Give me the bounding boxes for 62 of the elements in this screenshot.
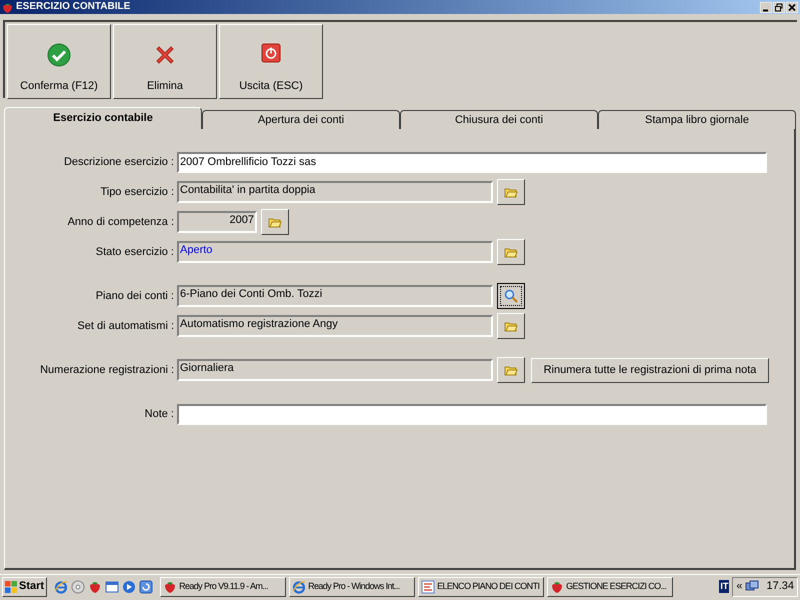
minimize-button[interactable]: [760, 2, 772, 12]
start-button[interactable]: Start: [2, 576, 48, 596]
text-field[interactable]: [177, 404, 767, 424]
windows-logo-icon: [5, 580, 17, 592]
field-label: Numerazione registrazioni :: [39, 362, 175, 378]
strawberry-icon[interactable]: [88, 580, 102, 594]
lookup-field[interactable]: Giornaliera: [177, 359, 493, 381]
lookup-field[interactable]: 6-Piano dei Conti Omb. Tozzi: [177, 285, 493, 307]
list-icon: [421, 580, 436, 594]
window-icon[interactable]: [105, 580, 120, 594]
tab[interactable]: Chiusura dei conti: [400, 110, 598, 129]
lookup-field[interactable]: Aperto: [177, 241, 493, 263]
expand-tray-button[interactable]: «: [736, 578, 742, 595]
network-icon[interactable]: [745, 580, 760, 594]
taskbar-button[interactable]: Ready Pro V9.11.9 - Am...: [160, 576, 286, 596]
toolbar-button[interactable]: Elimina: [113, 24, 217, 99]
clock: 17.34: [766, 579, 794, 594]
field-label: Tipo esercizio :: [99, 184, 175, 200]
field-label: Note :: [144, 406, 175, 422]
sync-icon[interactable]: [139, 580, 154, 594]
close-button[interactable]: [786, 2, 798, 12]
field-label: Descrizione esercizio :: [62, 154, 175, 170]
play-icon[interactable]: [122, 580, 136, 594]
toolbar-button[interactable]: Conferma (F12): [7, 24, 111, 99]
folder-icon: [504, 246, 518, 258]
browse-button[interactable]: [497, 179, 525, 205]
search-button[interactable]: [497, 283, 525, 309]
browser-icon[interactable]: [54, 580, 68, 594]
browse-button[interactable]: [497, 313, 525, 339]
tab[interactable]: Apertura dei conti: [202, 110, 400, 129]
tab[interactable]: Esercizio contabile: [4, 107, 202, 129]
renumber-button[interactable]: Rinumera tutte le registrazioni di prima nota: [531, 358, 769, 382]
check-icon: [47, 43, 71, 67]
field-label: Set di automatismi :: [76, 318, 175, 334]
tab[interactable]: Stampa libro giornale: [598, 110, 796, 129]
folder-icon: [268, 216, 282, 228]
lookup-field[interactable]: Automatismo registrazione Angy: [177, 315, 493, 337]
strawberry-icon: [2, 2, 13, 12]
taskbar-button[interactable]: GESTIONE ESERCIZI CO...: [547, 576, 674, 596]
text-field[interactable]: 2007 Ombrellificio Tozzi sas: [177, 152, 767, 172]
field-label: Anno di competenza :: [66, 214, 175, 230]
restore-button[interactable]: [773, 2, 785, 12]
field-label: Piano dei conti :: [94, 288, 175, 304]
strawberry-icon: [163, 580, 178, 594]
power-icon: [261, 43, 281, 63]
strawberry-icon: [550, 580, 564, 594]
browse-button[interactable]: [497, 357, 525, 383]
toolbar-button[interactable]: Uscita (ESC): [219, 24, 323, 99]
field-label: Stato esercizio :: [94, 244, 175, 260]
folder-icon: [504, 320, 518, 332]
window-title: ESERCIZIO CONTABILE: [16, 2, 130, 12]
year-field[interactable]: 2007: [177, 211, 257, 233]
browse-button[interactable]: [497, 239, 525, 265]
taskbar-button[interactable]: Ready Pro - Windows Int...: [289, 576, 416, 596]
lookup-field[interactable]: Contabilita' in partita doppia: [177, 181, 493, 203]
browse-button[interactable]: [261, 209, 289, 235]
folder-icon: [504, 186, 518, 198]
browser-icon: [292, 580, 306, 594]
taskbar-button[interactable]: ELENCO PIANO DEI CONTI: [418, 576, 544, 596]
search-icon: [504, 289, 518, 303]
language-indicator[interactable]: IT: [719, 580, 730, 593]
folder-icon: [504, 364, 518, 376]
